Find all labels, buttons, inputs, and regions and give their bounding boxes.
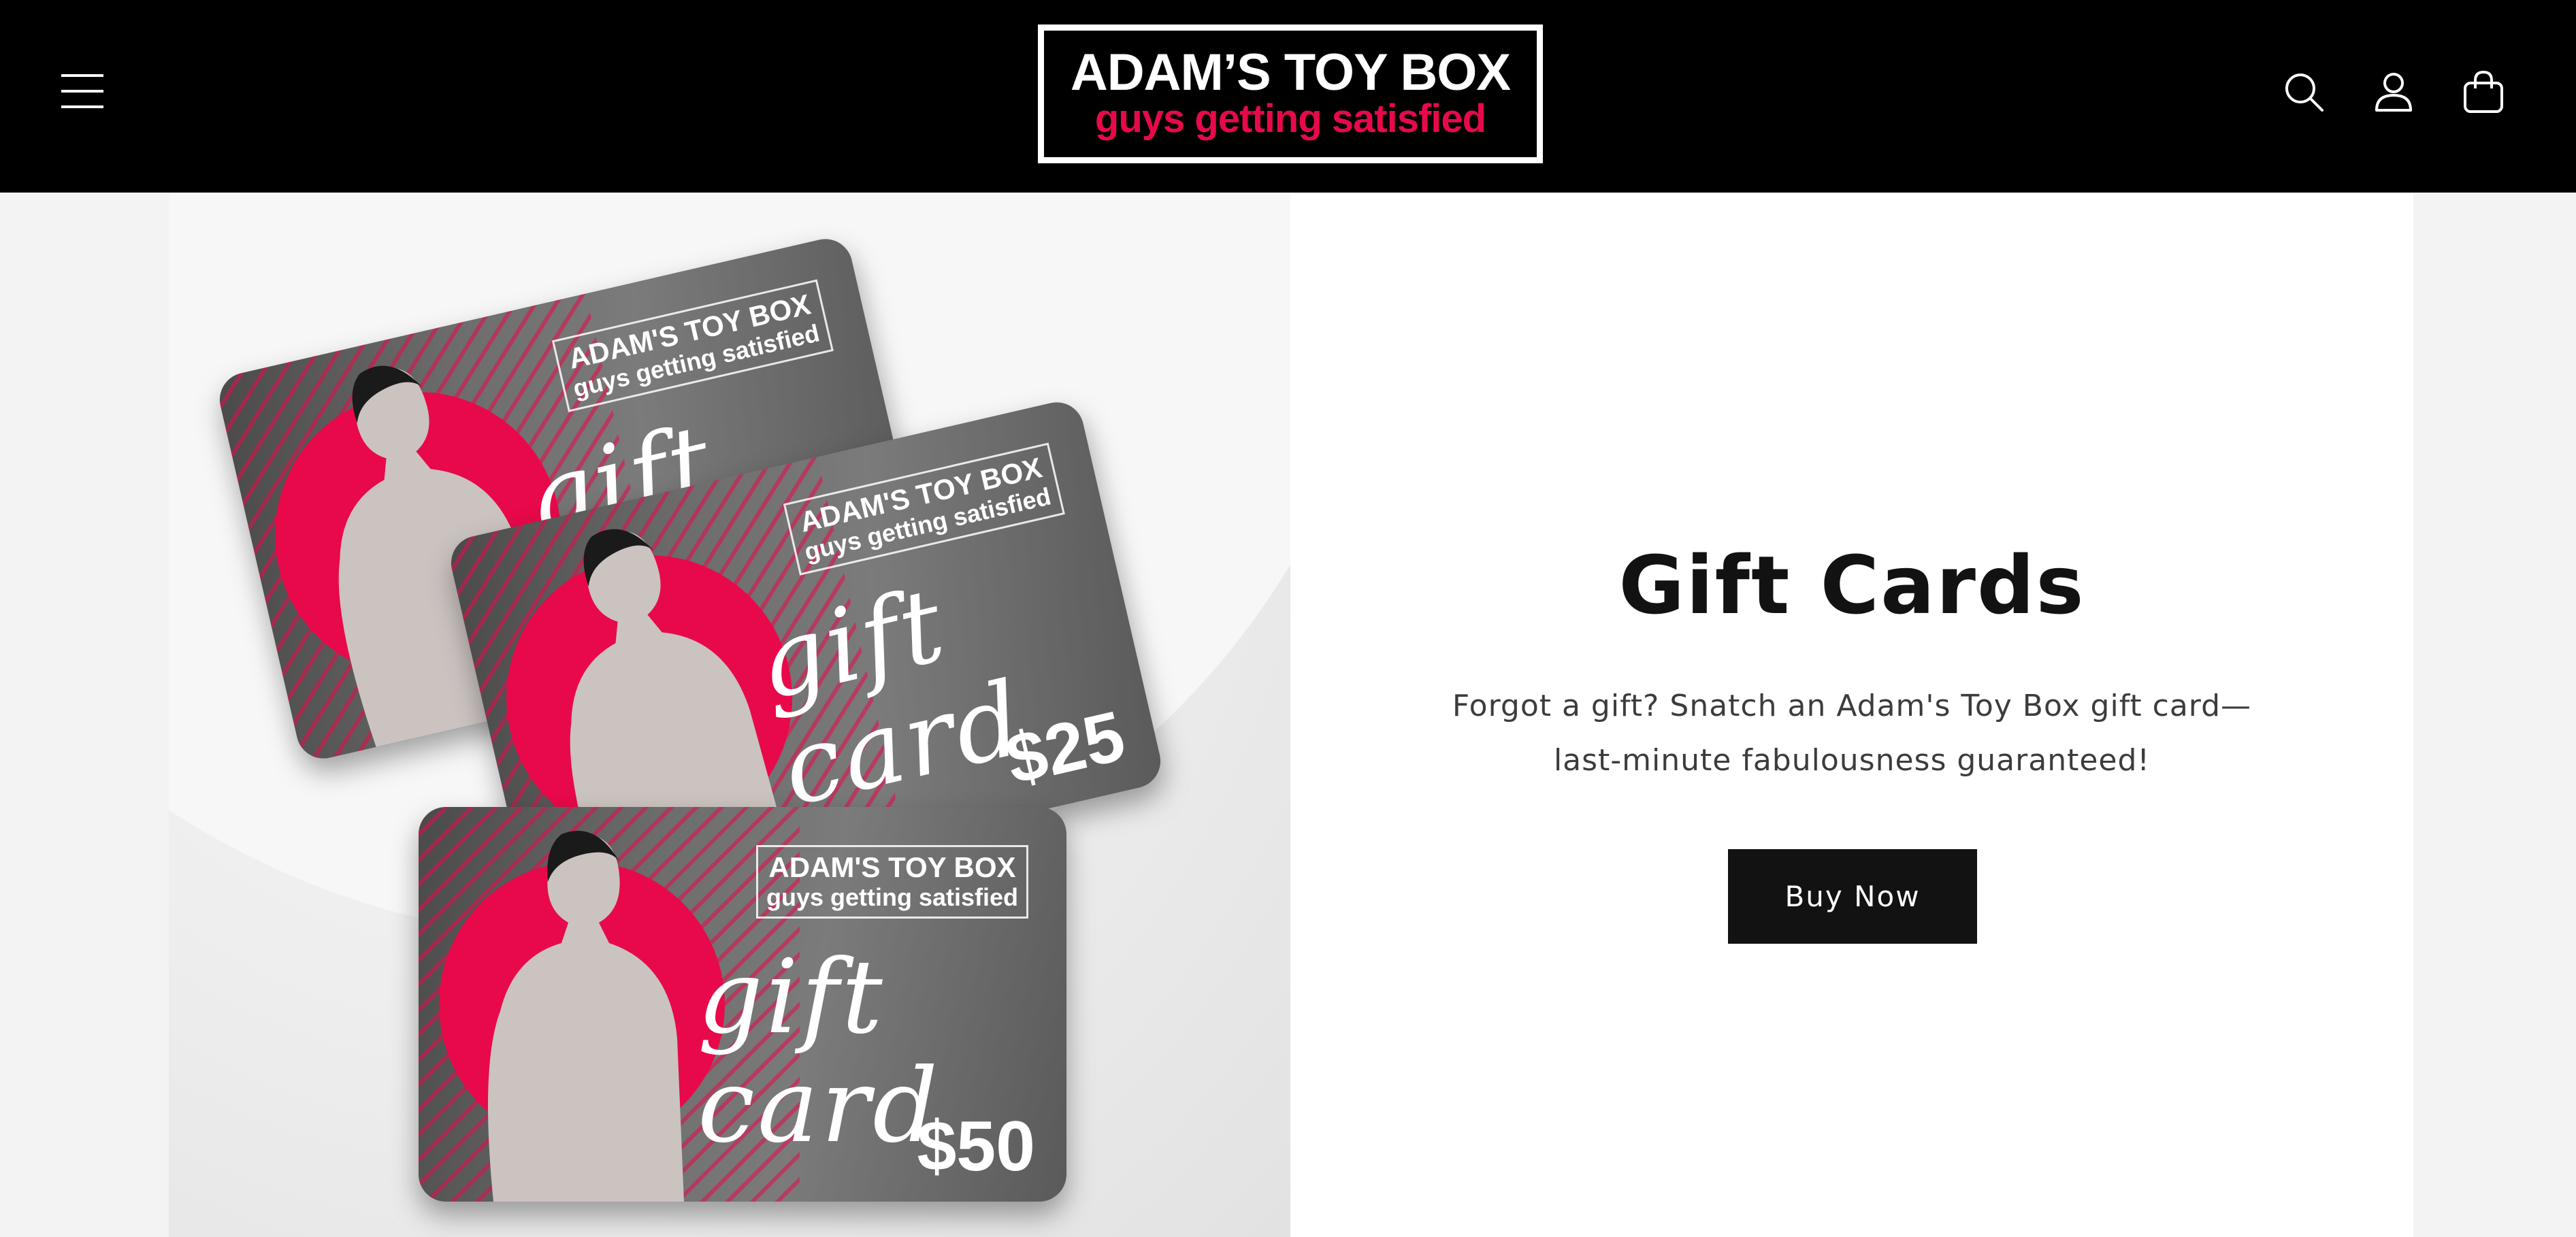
site-header: ADAM’S TOY BOX guys getting satisfied [0, 0, 2576, 193]
page-title: Gift Cards [1618, 538, 2085, 632]
hero-description: Forgot a gift? Snatch an Adam's Toy Box … [1452, 689, 2252, 778]
cart-icon[interactable] [2460, 68, 2507, 116]
site-logo[interactable]: ADAM’S TOY BOX guys getting satisfied [1038, 24, 1543, 163]
search-icon[interactable] [2280, 68, 2328, 116]
hamburger-menu-icon[interactable] [61, 70, 103, 112]
logo-tagline: guys getting satisfied [1094, 97, 1486, 141]
gift-card-image: ADAM'S TOY BOX guys getting satisfied gi… [169, 193, 1290, 1237]
gift-card: ADAM'S TOY BOX guys getting satisfied gi… [419, 807, 1066, 1202]
card-brand-tag: ADAM'S TOY BOX guys getting satisfied [756, 845, 1028, 919]
logo-title: ADAM’S TOY BOX [1070, 44, 1511, 101]
buy-now-button[interactable]: Buy Now [1728, 849, 1977, 944]
account-icon[interactable] [2370, 68, 2417, 116]
model-illustration [488, 831, 684, 1202]
card-amount: $50 [917, 1107, 1035, 1186]
